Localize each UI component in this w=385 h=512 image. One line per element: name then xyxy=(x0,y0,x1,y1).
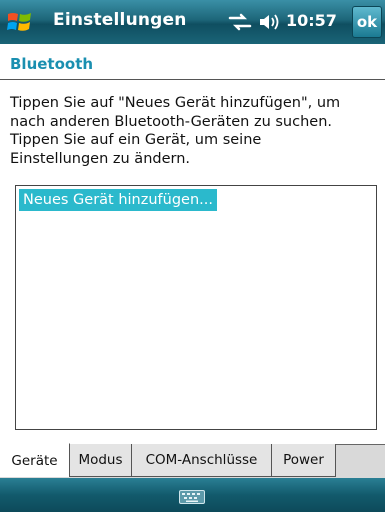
tab-com-anschluesse[interactable]: COM-Anschlüsse xyxy=(132,444,272,477)
instruction-line: nach anderen Bluetooth-Geräten zu suchen… xyxy=(10,113,333,130)
windows-start-icon[interactable] xyxy=(5,7,35,37)
section-header: Bluetooth xyxy=(0,50,385,80)
ok-button[interactable]: ok xyxy=(352,6,382,38)
divider xyxy=(0,79,385,80)
tab-bar: Geräte Modus COM-Anschlüsse Power xyxy=(0,443,385,478)
instruction-line: Einstellungen zu ändern. xyxy=(10,150,191,167)
instruction-line: Tippen Sie auf ein Gerät, um seine xyxy=(10,132,262,148)
tab-geraete[interactable]: Geräte xyxy=(0,443,70,477)
window-title: Einstellungen xyxy=(53,10,187,30)
device-list[interactable]: Neues Gerät hinzufügen... xyxy=(15,185,377,430)
tab-modus[interactable]: Modus xyxy=(70,444,132,477)
keyboard-icon[interactable] xyxy=(179,490,205,504)
connectivity-icon[interactable] xyxy=(228,13,252,31)
tab-power[interactable]: Power xyxy=(272,444,336,477)
instruction-line: Tippen Sie auf "Neues Gerät hinzufügen",… xyxy=(10,95,341,111)
clock[interactable]: 10:57 xyxy=(286,11,337,30)
title-bar: Einstellungen 10:57 ok xyxy=(0,0,385,44)
add-device-item[interactable]: Neues Gerät hinzufügen... xyxy=(19,189,217,211)
volume-icon[interactable] xyxy=(258,12,280,32)
bottom-bar xyxy=(0,478,385,512)
page-title: Bluetooth xyxy=(10,55,94,73)
instructions-text: Tippen Sie auf "Neues Gerät hinzufügen",… xyxy=(10,94,378,168)
